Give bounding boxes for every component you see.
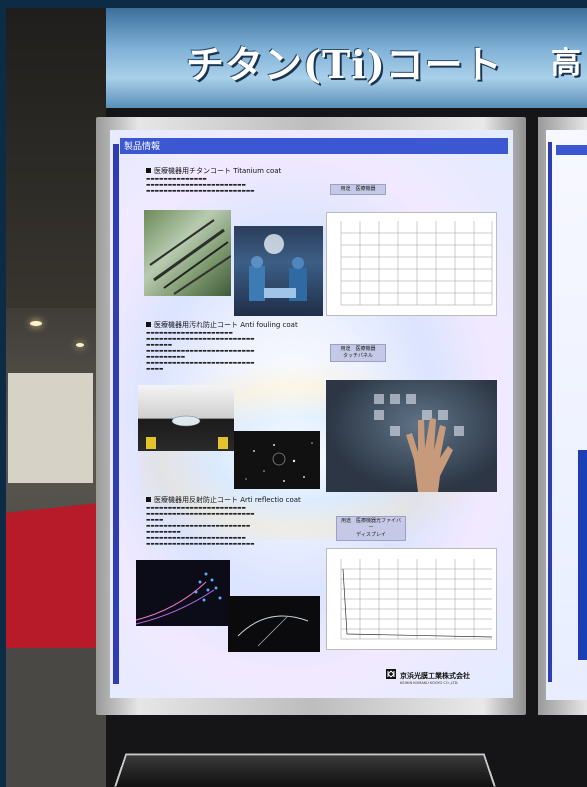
company-name-en: KEIHIN KOMAKU KOGYO CO.,LTD. [400,681,459,685]
display-case [114,753,496,787]
section-body: ▬▬▬▬▬▬▬▬▬▬▬▬▬▬ ▬▬▬▬▬▬▬▬▬▬▬▬▬▬▬▬▬▬▬▬▬▬▬ ▬… [146,177,255,194]
usage-tag: 用途 医療機器光ファイバー ディスプレイ [336,516,406,541]
section-title: 医療機器用汚れ防止コート Anti fouling coat [146,320,298,330]
banner-right-text: 高 [551,46,581,81]
poster-header-text: 製品情報 [124,142,161,152]
instruments-photo [144,210,231,296]
particles-photo [234,431,320,489]
section-body: ▬▬▬▬▬▬▬▬▬▬▬▬▬▬▬▬▬▬▬▬ ▬▬▬▬▬▬▬▬▬▬▬▬▬▬▬▬▬▬▬… [146,331,255,372]
usage-tag: 用途 医療機器 タッチパネル [330,344,386,362]
section-body: ▬▬▬▬▬▬▬▬▬▬▬▬▬▬▬▬▬▬▬▬▬▬▬ ▬▬▬▬▬▬▬▬▬▬▬▬▬▬▬▬… [146,506,255,547]
adjacent-poster-side-bar [548,142,552,682]
spectrum-graph [326,212,497,316]
company-name: 京浜光膜工業株式会社 [400,672,470,680]
booth-banner: チタン(Ti)コート 高 [106,8,587,108]
touchpanel-photo [326,380,497,492]
section-title: 医療機器用反射防止コート Arti reflectio coat [146,495,301,505]
fiber-photo [136,560,230,626]
fiber-cable-photo [228,596,320,652]
reflectance-graph [326,548,497,650]
section-title: 医療機器用チタンコート Titanium coat [146,166,281,176]
hall-wall [8,373,93,483]
poster: 製品情報 医療機器用チタンコート Titanium coat ▬▬▬▬▬▬▬▬▬… [110,130,513,698]
ceiling-light [30,321,42,326]
surgery-photo [234,226,323,316]
company-logo-icon [386,669,396,679]
adjacent-poster-header [556,145,587,155]
droplet-photo [138,385,234,451]
adjacent-poster-block [578,450,587,660]
poster-side-bar [113,144,119,684]
usage-tag: 用途 医療機器 [330,184,386,195]
poster-header: 製品情報 [120,138,508,154]
ceiling-light [76,343,84,347]
banner-title: チタン(Ti)コート [186,42,503,87]
